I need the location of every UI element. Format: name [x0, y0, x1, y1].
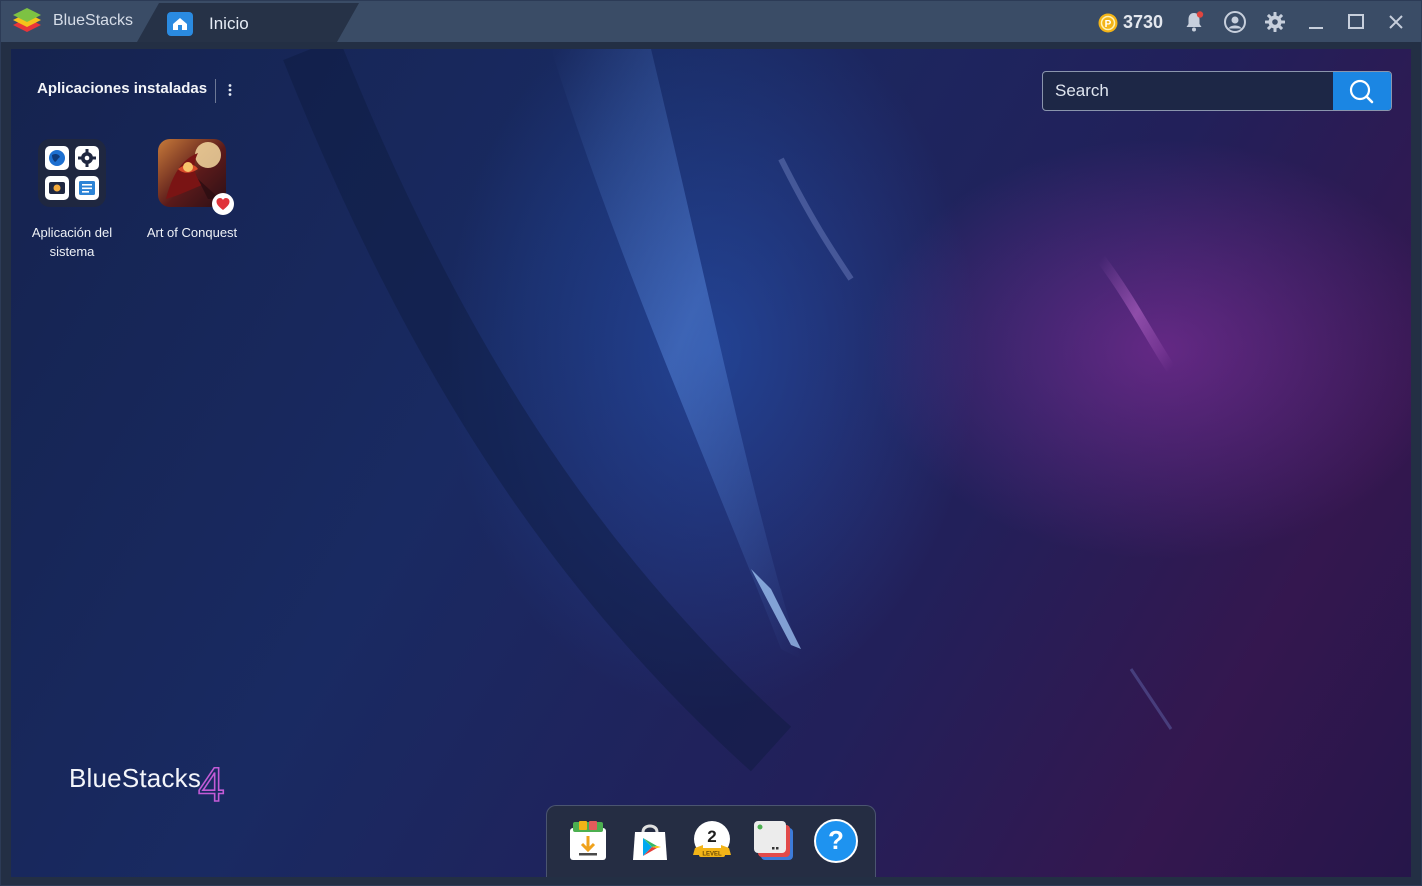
search-input[interactable] — [1043, 72, 1357, 110]
more-options-icon[interactable] — [221, 79, 239, 103]
app-art-of-conquest[interactable]: Art of Conquest — [132, 139, 252, 242]
play-store-icon[interactable] — [627, 818, 673, 864]
gear-icon[interactable] — [1263, 10, 1287, 34]
bell-icon[interactable] — [1182, 10, 1206, 34]
level-badge-icon[interactable]: LEVEL 2 — [689, 818, 735, 864]
multi-instance-icon[interactable] — [751, 818, 797, 864]
close-icon[interactable] — [1384, 10, 1408, 34]
maximize-icon[interactable] — [1344, 10, 1368, 34]
bluestacks-window: BlueStacks Inicio P 3730 Aplicaciones in… — [0, 0, 1422, 886]
level-number: 2 — [707, 827, 716, 846]
brand-version-four: 4 — [197, 759, 225, 809]
heart-icon — [212, 193, 234, 215]
home-icon — [167, 12, 193, 36]
app-brand: BlueStacks — [1, 1, 161, 42]
help-icon[interactable]: ? — [813, 818, 859, 864]
brand-wordmark: BlueStacks — [69, 763, 202, 793]
art-of-conquest-icon — [158, 139, 234, 215]
app-system[interactable]: Aplicación del sistema — [12, 139, 132, 261]
minimize-icon[interactable] — [1304, 10, 1328, 34]
app-name: BlueStacks — [53, 12, 134, 29]
coin-count: 3730 — [1123, 12, 1164, 32]
dock: LEVEL 2 ? — [546, 805, 876, 877]
title-divider — [215, 79, 216, 103]
coin-icon: P — [1098, 13, 1118, 33]
svg-text:P: P — [1105, 19, 1112, 30]
system-apps-icon — [38, 139, 106, 207]
bluestacks-logo — [13, 8, 41, 32]
app-label: Art of Conquest — [146, 225, 238, 240]
search-box — [1042, 71, 1392, 111]
download-icon[interactable] — [565, 818, 611, 864]
brand-number: 4 — [198, 759, 225, 809]
search-button[interactable] — [1333, 72, 1391, 110]
home-screen: Aplicaciones instaladas Search Aplicació… — [11, 49, 1411, 877]
level-caption: LEVEL — [702, 852, 722, 858]
profile-icon[interactable] — [1223, 10, 1247, 34]
app-label: Aplicación del sistema — [31, 225, 113, 259]
tab-label: Inicio — [209, 14, 249, 33]
search-icon — [1349, 79, 1374, 104]
svg-text:?: ? — [828, 825, 844, 855]
installed-apps-title: Aplicaciones instaladas — [37, 80, 208, 97]
title-bar: BlueStacks Inicio P 3730 — [1, 1, 1421, 42]
tab-inicio[interactable]: Inicio — [137, 3, 359, 42]
